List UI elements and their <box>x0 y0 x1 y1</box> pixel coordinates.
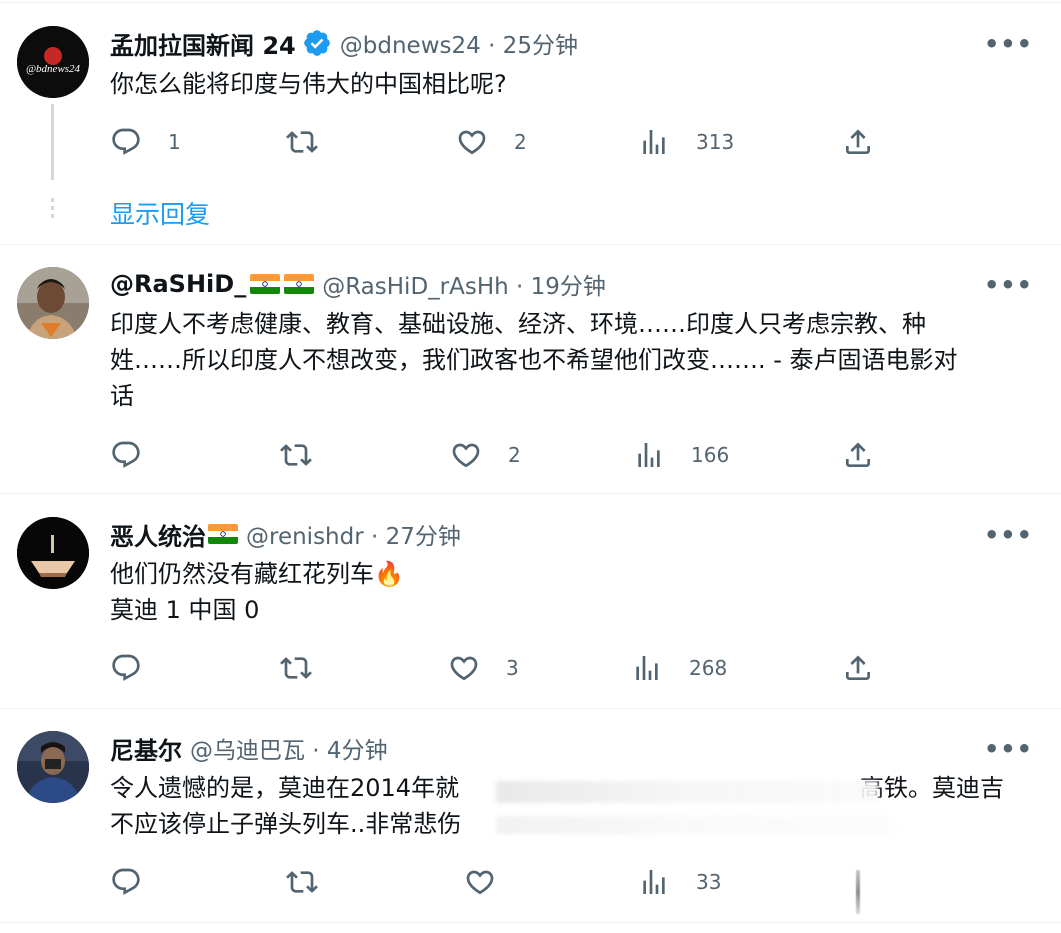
like-button[interactable]: 2 <box>450 435 521 475</box>
views-icon <box>643 130 665 154</box>
share-icon <box>846 129 870 154</box>
tweet-header: 孟加拉国新闻 24 @bdnews24 · 25分钟 <box>110 25 578 61</box>
like-button[interactable] <box>464 862 496 902</box>
retweet-icon <box>280 657 312 679</box>
display-name[interactable]: 恶人统治 <box>110 517 206 552</box>
action-bar: 33 <box>110 862 910 902</box>
thread-dots <box>51 198 54 226</box>
share-button[interactable] <box>842 435 874 475</box>
india-flag-icon <box>250 274 281 294</box>
views-button[interactable]: 166 <box>633 435 729 475</box>
display-name[interactable]: 尼基尔 <box>110 731 182 766</box>
reply-button[interactable] <box>110 648 142 688</box>
view-count: 166 <box>691 443 730 467</box>
heart-icon <box>466 870 494 895</box>
like-count: 2 <box>508 443 521 467</box>
tweet-header: 尼基尔 @乌迪巴瓦 · 4分钟 <box>110 730 388 766</box>
action-bar: 3 268 <box>110 648 910 688</box>
tweet-text-line: 他们仍然没有藏红花列车🔥 <box>110 560 404 588</box>
like-button[interactable]: 2 <box>456 122 527 162</box>
redaction-overlay <box>496 816 896 834</box>
share-icon[interactable] <box>856 870 860 914</box>
reply-button[interactable]: 1 <box>110 122 181 162</box>
views-icon <box>643 870 665 894</box>
retweet-icon <box>286 131 318 153</box>
reply-count: 1 <box>168 130 181 154</box>
retweet-button[interactable] <box>286 862 318 902</box>
like-button[interactable]: 3 <box>448 648 519 688</box>
view-count: 33 <box>696 870 722 894</box>
tweet-header: 恶人统治 @renishdr · 27分钟 <box>110 516 461 552</box>
tweet-text-fragment: 令人遗憾的是，莫迪在2014年就 <box>110 774 460 802</box>
share-icon <box>846 442 870 467</box>
avatar[interactable] <box>17 267 89 339</box>
handle-time[interactable]: @RasHiD_rAsHh · 19分钟 <box>322 267 606 301</box>
reply-icon <box>112 441 140 468</box>
more-icon[interactable]: ••• <box>984 735 1033 763</box>
tweet-text-line: 话 <box>110 382 134 410</box>
reply-button[interactable] <box>110 435 142 475</box>
redaction-overlay <box>496 781 878 803</box>
heart-icon <box>458 130 486 155</box>
tweet-text-fragment: 高铁。莫迪吉 <box>860 774 1004 802</box>
tweet-header: @RaSHiD_ @RasHiD_rAsHh · 19分钟 <box>110 266 606 302</box>
like-count: 3 <box>506 656 519 680</box>
retweet-button[interactable] <box>280 435 312 475</box>
views-button[interactable]: 33 <box>638 862 721 902</box>
tweet-text-line: 印度人不考虑健康、教育、基础设施、经济、环境……印度人只考虑宗教、种 <box>110 310 926 338</box>
share-button[interactable] <box>842 648 874 688</box>
reply-icon <box>112 128 140 155</box>
more-icon[interactable]: ••• <box>984 521 1033 549</box>
more-icon[interactable]: ••• <box>984 271 1033 299</box>
divider <box>0 922 1061 923</box>
verified-badge-icon <box>302 28 332 58</box>
handle-time[interactable]: @renishdr · 27分钟 <box>246 517 461 551</box>
view-count: 313 <box>696 130 735 154</box>
avatar[interactable]: @bdnews24 <box>17 26 89 98</box>
handle-time[interactable]: @乌迪巴瓦 · 4分钟 <box>190 731 388 765</box>
action-bar: 1 2 313 <box>110 122 910 162</box>
views-button[interactable]: 268 <box>631 648 727 688</box>
divider <box>0 244 1061 245</box>
divider <box>0 2 1061 3</box>
divider <box>0 708 1061 709</box>
india-flag-icon <box>208 524 238 544</box>
avatar[interactable] <box>17 731 89 803</box>
thread-line <box>51 104 54 180</box>
svg-text:@bdnews24: @bdnews24 <box>26 63 81 75</box>
tweet-text: 你怎么能将印度与伟大的中国相比呢? <box>110 66 507 102</box>
more-icon[interactable]: ••• <box>984 30 1033 58</box>
divider <box>0 493 1061 494</box>
retweet-icon <box>286 871 318 893</box>
views-icon <box>638 443 660 467</box>
views-button[interactable]: 313 <box>638 122 734 162</box>
heart-icon <box>452 443 480 468</box>
retweet-button[interactable] <box>280 648 312 688</box>
retweet-icon <box>280 444 312 466</box>
share-icon <box>846 655 870 680</box>
like-count: 2 <box>514 130 527 154</box>
tweet-text: 印度人不考虑健康、教育、基础设施、经济、环境……印度人只考虑宗教、种 姓……所以… <box>110 306 1040 414</box>
reply-button[interactable] <box>110 862 142 902</box>
action-bar: 2 166 <box>110 435 910 475</box>
reply-icon <box>112 868 140 895</box>
handle-time[interactable]: @bdnews24 · 25分钟 <box>340 26 578 60</box>
display-name[interactable]: 孟加拉国新闻 24 <box>110 26 296 61</box>
reply-icon <box>112 654 140 681</box>
retweet-button[interactable] <box>286 122 318 162</box>
india-flag-icon <box>284 274 315 294</box>
display-name[interactable]: @RaSHiD_ <box>110 270 246 298</box>
views-icon <box>636 656 658 680</box>
tweet-text-line: 你怎么能将印度与伟大的中国相比呢? <box>110 70 507 98</box>
tweet-text-line: 莫迪 1 中国 0 <box>110 596 260 624</box>
tweet-text-line: 姓……所以印度人不想改变，我们政客也不希望他们改变……. - 泰卢固语电影对 <box>110 346 958 374</box>
view-count: 268 <box>689 656 728 680</box>
tweet-text: 他们仍然没有藏红花列车🔥 莫迪 1 中国 0 <box>110 556 404 628</box>
show-replies-link[interactable]: 显示回复 <box>110 195 210 231</box>
share-button[interactable] <box>842 122 874 162</box>
avatar[interactable] <box>17 517 89 589</box>
heart-icon <box>450 656 478 681</box>
